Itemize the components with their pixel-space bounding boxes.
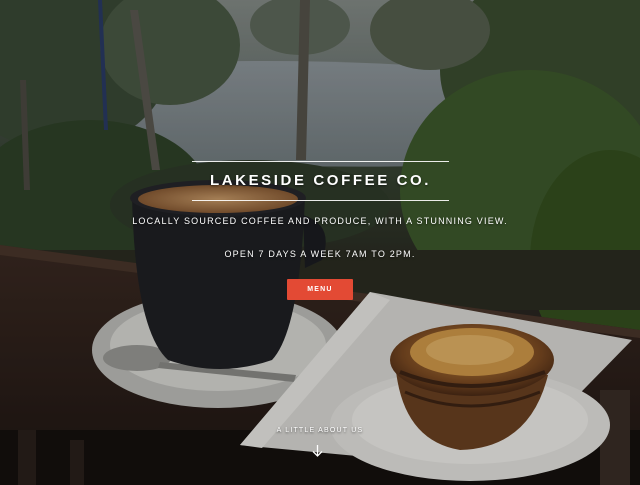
opening-hours: OPEN 7 DAYS A WEEK 7AM TO 2PM. bbox=[224, 249, 416, 259]
menu-button[interactable]: MENU bbox=[287, 279, 353, 300]
tagline: LOCALLY SOURCED COFFEE AND PRODUCE, WITH… bbox=[132, 216, 508, 226]
hero-content: LAKESIDE COFFEE CO. LOCALLY SOURCED COFF… bbox=[0, 0, 640, 485]
hero-section: LAKESIDE COFFEE CO. LOCALLY SOURCED COFF… bbox=[0, 0, 640, 485]
title-frame: LAKESIDE COFFEE CO. bbox=[192, 161, 449, 201]
about-us-link[interactable]: A LITTLE ABOUT US bbox=[220, 427, 420, 434]
arrow-down-icon[interactable] bbox=[311, 444, 324, 458]
site-title: LAKESIDE COFFEE CO. bbox=[209, 172, 432, 189]
